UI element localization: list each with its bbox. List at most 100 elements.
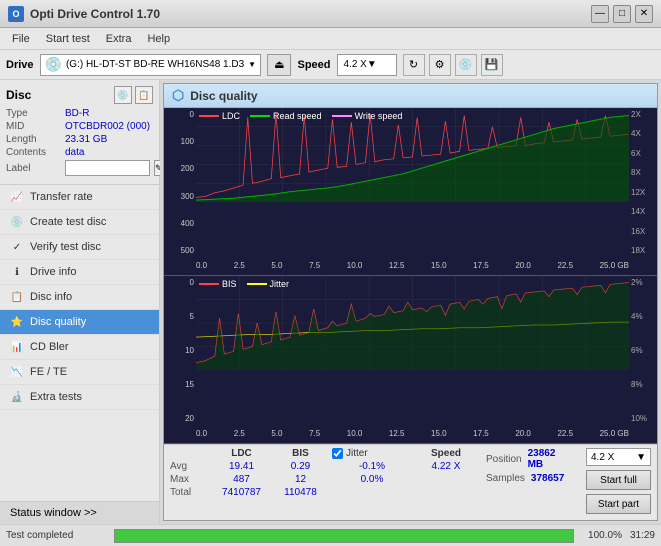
jitter-label: Jitter [346,448,368,459]
speed-select[interactable]: 4.2 X ▼ [337,54,397,76]
jitter-checkbox[interactable]: Jitter [332,448,412,459]
position-value: 23862 MB [528,448,570,470]
chart1-y-axis-right: 18X16X14X12X8X6X4X2X [629,108,657,255]
total-label: Total [170,487,210,498]
avg-bis: 0.29 [273,461,328,472]
chart1-x-axis: 0.02.55.07.510.012.515.017.520.022.525.0… [196,255,629,275]
sidebar-item-verify-test-disc[interactable]: ✓ Verify test disc [0,235,159,260]
disc-mid-label: MID [6,121,61,132]
sidebar-item-label-transfer-rate: Transfer rate [30,191,93,203]
disc-panel-header: Disc 💿 📋 [6,86,153,104]
progress-text: 100.0% [582,530,622,541]
content-area: ⬡ Disc quality LDC Read speed [160,80,661,524]
chart2: BIS Jitter 20151050 10%8%6%4%2% [164,276,657,444]
chart2-legend: BIS Jitter [199,279,289,289]
speed-header: Speed [416,448,476,459]
time-text: 31:29 [630,530,655,541]
disc-length-label: Length [6,134,61,145]
save-button[interactable]: 💾 [481,54,503,76]
legend-read-speed-label: Read speed [273,111,322,121]
close-button[interactable]: ✕ [635,5,653,23]
disc-contents-row: Contents data [6,147,153,158]
disc-label-row: Label ✎ [6,160,153,176]
sidebar-item-label-cd-bler: CD Bler [30,341,69,353]
disc-icon-1[interactable]: 💿 [114,86,132,104]
sidebar-item-label-create-test-disc: Create test disc [30,216,106,228]
sidebar-item-drive-info[interactable]: ℹ Drive info [0,260,159,285]
menu-extra[interactable]: Extra [98,31,140,47]
sidebar-item-label-disc-info: Disc info [30,291,72,303]
sidebar-item-create-test-disc[interactable]: 💿 Create test disc [0,210,159,235]
menu-file[interactable]: File [4,31,38,47]
transfer-rate-icon: 📈 [10,190,24,204]
drive-dropdown-arrow: ▼ [248,60,256,69]
jitter-check[interactable] [332,448,343,459]
bis-header: BIS [273,448,328,459]
legend-jitter-label: Jitter [270,279,290,289]
refresh-button[interactable]: ↻ [403,54,425,76]
minimize-button[interactable]: — [591,5,609,23]
chart2-y-axis-left: 20151050 [164,276,196,423]
speed-select-value: 4.2 X [591,452,614,463]
toolbar-icons: ↻ ⚙ 💿 💾 [403,54,503,76]
max-jitter: 0.0% [332,474,412,485]
window-title: Opti Drive Control 1.70 [30,7,160,21]
chart1-legend: LDC Read speed Write speed [199,111,402,121]
chart1-y-axis-left: 5004003002001000 [164,108,196,255]
chart1: LDC Read speed Write speed 50040 [164,108,657,276]
samples-value: 378657 [531,473,564,484]
maximize-button[interactable]: □ [613,5,631,23]
title-bar-left: O Opti Drive Control 1.70 [8,6,160,22]
disc-mid-row: MID OTCBDR002 (000) [6,121,153,132]
status-window-button[interactable]: Status window >> [0,501,159,524]
eject-button[interactable]: ⏏ [267,54,291,76]
sidebar-item-label-verify-test-disc: Verify test disc [30,241,101,253]
speed-select-small[interactable]: 4.2 X ▼ [586,448,651,466]
speed-select-arrow: ▼ [636,452,646,463]
sidebar-item-transfer-rate[interactable]: 📈 Transfer rate [0,185,159,210]
sidebar-item-label-disc-quality: Disc quality [30,316,86,328]
max-bis: 12 [273,474,328,485]
legend-jitter: Jitter [247,279,290,289]
disc-label-input[interactable] [65,160,150,176]
sidebar-item-label-drive-info: Drive info [30,266,76,278]
status-bar: Test completed 100.0% 31:29 [0,524,661,546]
settings-button[interactable]: ⚙ [429,54,451,76]
drive-select[interactable]: 💿 (G:) HL-DT-ST BD-RE WH16NS48 1.D3 ▼ [40,54,262,76]
progress-bar [114,529,574,543]
disc-contents-value: data [65,147,84,158]
status-text: Test completed [6,530,106,541]
legend-write-speed-label: Write speed [355,111,403,121]
main-area: Disc 💿 📋 Type BD-R MID OTCBDR002 (000) L… [0,80,661,524]
legend-ldc-label: LDC [222,111,240,121]
sidebar-item-fe-te[interactable]: 📉 FE / TE [0,360,159,385]
disc-length-value: 23.31 GB [65,134,107,145]
ldc-color [199,115,219,117]
start-part-button[interactable]: Start part [586,494,651,514]
sidebar: Disc 💿 📋 Type BD-R MID OTCBDR002 (000) L… [0,80,160,524]
bottom-stats: LDC BIS Jitter Speed Avg 19.41 0.29 -0.1… [164,444,657,520]
speed-dropdown-arrow: ▼ [367,59,377,70]
chart1-svg [196,108,629,202]
avg-speed: 4.22 X [416,461,476,472]
menu-start-test[interactable]: Start test [38,31,98,47]
avg-ldc: 19.41 [214,461,269,472]
disc-icon-2[interactable]: 📋 [135,86,153,104]
status-window-label: Status window >> [10,507,97,519]
legend-read-speed: Read speed [250,111,322,121]
start-full-button[interactable]: Start full [586,470,651,490]
disc-button[interactable]: 💿 [455,54,477,76]
menu-help[interactable]: Help [139,31,178,47]
drive-value: (G:) HL-DT-ST BD-RE WH16NS48 1.D3 [66,59,244,70]
verify-test-disc-icon: ✓ [10,240,24,254]
progress-fill [115,530,573,542]
position-row: Position 23862 MB [486,448,570,470]
sidebar-item-disc-quality[interactable]: ⭐ Disc quality [0,310,159,335]
sidebar-item-cd-bler[interactable]: 📊 CD Bler [0,335,159,360]
nav-items: 📈 Transfer rate 💿 Create test disc ✓ Ver… [0,185,159,501]
disc-icons: 💿 📋 [114,86,153,104]
legend-ldc: LDC [199,111,240,121]
disc-quality-title: Disc quality [190,89,257,103]
sidebar-item-extra-tests[interactable]: 🔬 Extra tests [0,385,159,410]
sidebar-item-disc-info[interactable]: 📋 Disc info [0,285,159,310]
